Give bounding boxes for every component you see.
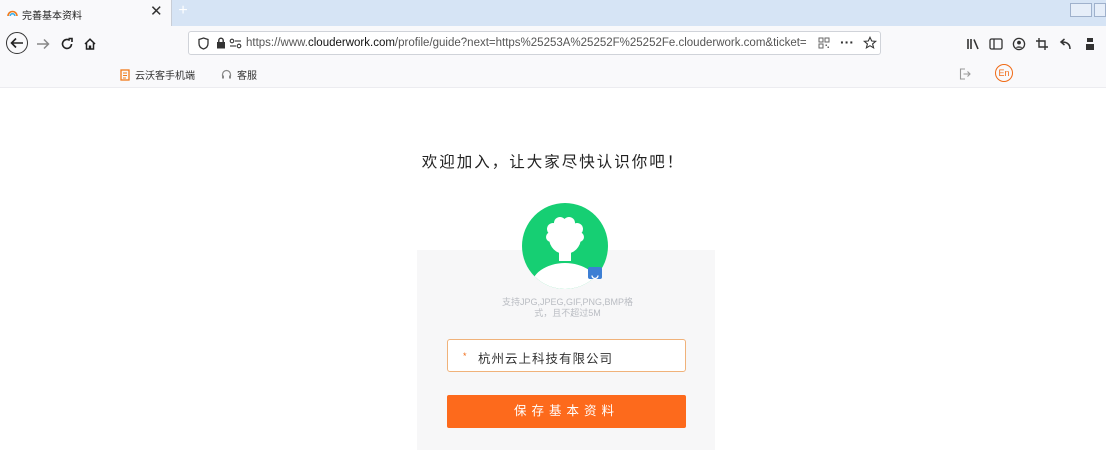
tab-title: 完善基本资料 (22, 11, 82, 22)
upload-hint-line: 支持JPG,JPEG,GIF,PNG,BMP格 (501, 297, 634, 307)
minimize-button[interactable] (1070, 3, 1092, 17)
shield-icon[interactable] (198, 37, 209, 50)
save-profile-button[interactable]: 保存基本资料 (447, 395, 686, 428)
home-icon (84, 38, 96, 50)
required-marker: * (463, 351, 467, 361)
forward-arrow-icon (37, 38, 50, 50)
cloud-logo-icon (7, 10, 18, 17)
extension-icon (1086, 38, 1094, 50)
permissions-icon[interactable] (229, 38, 242, 49)
forward-button[interactable] (34, 35, 52, 53)
lock-icon[interactable] (216, 37, 226, 49)
reload-icon (61, 37, 73, 50)
company-name-input[interactable]: * 杭州云上科技有限公司 (447, 339, 686, 372)
bookmark-label: 客服 (237, 71, 257, 82)
welcome-title: 欢迎加入，让大家尽快认识你吧！ (421, 154, 685, 171)
avatar-edit-button[interactable] (588, 267, 602, 280)
account-button[interactable] (1010, 35, 1028, 53)
account-icon (1012, 37, 1026, 51)
back-button[interactable] (6, 32, 28, 54)
maximize-button[interactable] (1094, 3, 1106, 17)
back-arrow-icon (10, 37, 23, 49)
document-icon (120, 68, 130, 81)
bookmark-star-icon[interactable] (863, 36, 877, 50)
sidebar-toggle-button[interactable] (987, 35, 1005, 53)
sidebar-icon (989, 38, 1003, 50)
reload-button[interactable] (58, 35, 76, 53)
home-button[interactable] (81, 35, 99, 53)
company-name-value: 杭州云上科技有限公司 (478, 352, 614, 366)
tab-close-button[interactable]: ✕ (150, 3, 163, 21)
bookmark-customer-service[interactable]: 客服 (221, 67, 257, 82)
library-icon (967, 39, 979, 50)
headset-icon (221, 69, 232, 79)
bookmarks-bar: 云沃客手机端 客服 En (0, 60, 1106, 88)
page-actions-button[interactable]: ··· (840, 34, 854, 50)
extension-button[interactable] (1082, 35, 1098, 53)
undo-arrow-icon (1059, 38, 1071, 50)
browser-tab-strip: 完善基本资料 ✕ + (0, 0, 1106, 26)
url-path: /profile/guide?next=https%25253A%25252F%… (394, 37, 807, 49)
logout-icon[interactable] (959, 68, 971, 80)
browser-tab[interactable]: 完善基本资料 ✕ (0, 0, 172, 26)
upload-hint: 支持JPG,JPEG,GIF,PNG,BMP格 式，且不超过5M (480, 297, 655, 319)
bookmark-mobile-client[interactable]: 云沃客手机端 (120, 67, 195, 82)
qr-code-icon[interactable] (818, 37, 830, 49)
screenshot-button[interactable] (1033, 35, 1051, 53)
upload-hint-line: 式，且不超过5M (534, 308, 601, 318)
language-switch-button[interactable]: En (995, 64, 1013, 82)
bookmark-label: 云沃客手机端 (135, 71, 195, 82)
new-tab-button[interactable]: + (174, 3, 192, 21)
url-text[interactable]: https://www.clouderwork.com/profile/guid… (246, 37, 809, 49)
url-prefix: https://www. (246, 37, 308, 49)
undo-button[interactable] (1056, 35, 1074, 53)
crop-icon (1036, 38, 1048, 50)
library-button[interactable] (964, 35, 982, 53)
window-controls (1070, 3, 1106, 21)
browser-nav-bar: https://www.clouderwork.com/profile/guid… (0, 26, 1106, 60)
address-bar[interactable]: https://www.clouderwork.com/profile/guid… (188, 31, 881, 55)
edit-corner-icon (591, 275, 599, 280)
url-domain: clouderwork.com (308, 37, 395, 49)
